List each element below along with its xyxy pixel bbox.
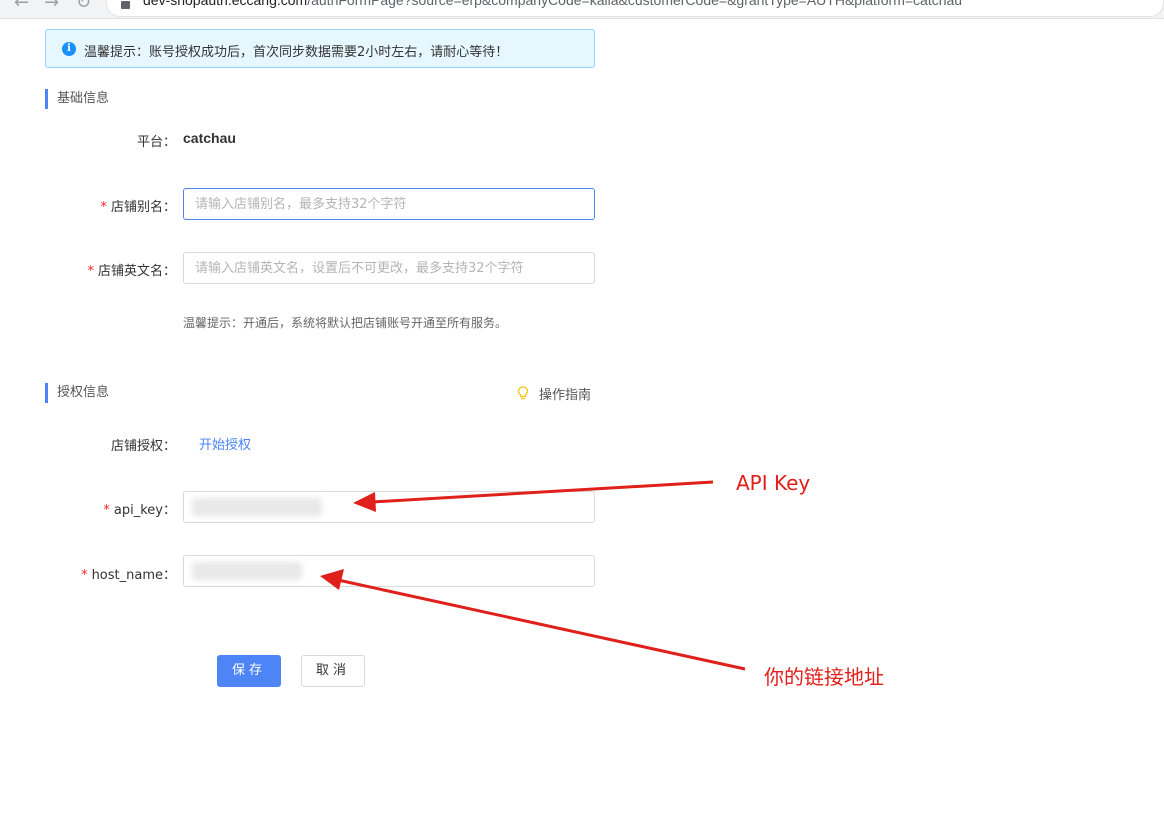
- section-title-auth: 授权信息: [45, 383, 109, 403]
- required-mark: *: [100, 200, 107, 215]
- platform-value: catchau: [183, 130, 236, 146]
- forward-arrow-icon[interactable]: →: [44, 0, 59, 13]
- section-title-basic: 基础信息: [45, 89, 109, 109]
- api-key-label: * api_key：: [103, 503, 176, 518]
- save-button[interactable]: 保存: [217, 655, 281, 687]
- address-bar[interactable]: dev-shopauth.eccang.com/authFormPage?sou…: [106, 0, 1164, 17]
- browser-toolbar: ← → ↻ dev-shopauth.eccang.com/authFormPa…: [0, 0, 1164, 19]
- lightbulb-icon: [517, 386, 529, 400]
- annotation-overlay: [320, 480, 746, 671]
- host-name-label: * host_name：: [81, 568, 176, 583]
- info-icon: i: [62, 42, 76, 56]
- api-key-input[interactable]: [183, 491, 595, 523]
- info-alert: i 温馨提示：账号授权成功后，首次同步数据需要2小时左右，请耐心等待！: [45, 29, 595, 68]
- required-mark: *: [81, 568, 88, 583]
- open-service-hint: 温馨提示：开通后，系统将默认把店铺账号开通至所有服务。: [183, 316, 508, 330]
- required-mark: *: [87, 264, 94, 279]
- reload-icon[interactable]: ↻: [76, 0, 91, 13]
- lock-icon: [121, 1, 130, 9]
- cancel-button[interactable]: 取消: [301, 655, 365, 687]
- platform-label: 平台：: [136, 135, 176, 150]
- back-arrow-icon[interactable]: ←: [14, 0, 29, 13]
- shop-alias-label: * 店铺别名：: [100, 200, 176, 215]
- shop-auth-label: 店铺授权：: [110, 439, 176, 454]
- host-name-input[interactable]: [183, 555, 595, 587]
- annotation-host-address: 你的链接地址: [764, 665, 884, 689]
- shop-english-name-input[interactable]: [183, 252, 595, 284]
- required-mark: *: [103, 503, 110, 518]
- annotation-api-key: API Key: [736, 471, 811, 495]
- operation-guide-label: 操作指南: [539, 388, 592, 403]
- start-auth-link[interactable]: 开始授权: [199, 434, 251, 453]
- url-text: dev-shopauth.eccang.com/authFormPage?sou…: [143, 0, 963, 8]
- shop-english-name-label: * 店铺英文名：: [87, 264, 176, 279]
- shop-alias-input[interactable]: [183, 188, 595, 220]
- alert-text: 温馨提示：账号授权成功后，首次同步数据需要2小时左右，请耐心等待！: [84, 45, 509, 60]
